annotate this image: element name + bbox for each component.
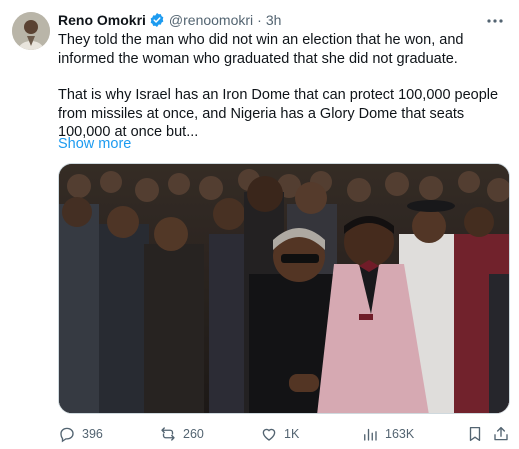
author-handle[interactable]: @renoomokri xyxy=(169,12,253,28)
views-count: 163K xyxy=(385,427,415,441)
author-name[interactable]: Reno Omokri xyxy=(58,12,146,28)
tweet-paragraph-1: They told the man who did not win an ele… xyxy=(58,32,464,67)
tweet-paragraph-2: That is why Israel has an Iron Dome that… xyxy=(58,87,499,140)
header-separator: · xyxy=(257,12,262,28)
tweet-timestamp[interactable]: 3h xyxy=(266,12,282,28)
tweet-card[interactable]: Reno Omokri @renoomokri · 3h They told t… xyxy=(0,0,519,449)
bookmark-icon[interactable] xyxy=(466,425,484,443)
verified-badge-icon xyxy=(150,13,164,27)
avatar-image xyxy=(12,12,50,50)
show-more-link[interactable]: Show more xyxy=(58,136,131,152)
reply-button[interactable]: 396 xyxy=(58,425,103,443)
crowd-photo xyxy=(59,164,509,413)
like-button[interactable]: 1K xyxy=(260,425,299,443)
tweet-header: Reno Omokri @renoomokri · 3h xyxy=(58,11,281,29)
reply-count: 396 xyxy=(82,427,103,441)
repost-icon xyxy=(161,427,175,441)
repost-button[interactable]: 260 xyxy=(159,425,204,443)
more-options-icon[interactable] xyxy=(485,11,505,31)
share-icon[interactable] xyxy=(492,425,510,443)
tweet-actions: 396 260 1K 163K xyxy=(58,425,510,445)
views-icon xyxy=(364,428,377,441)
reply-icon xyxy=(60,427,74,443)
avatar[interactable] xyxy=(12,12,50,50)
views-button[interactable]: 163K xyxy=(361,425,414,443)
like-count: 1K xyxy=(284,427,300,441)
repost-count: 260 xyxy=(183,427,204,441)
tweet-text: They told the man who did not win an ele… xyxy=(58,31,510,142)
tweet-media-image[interactable] xyxy=(58,163,510,414)
like-icon xyxy=(262,428,276,441)
